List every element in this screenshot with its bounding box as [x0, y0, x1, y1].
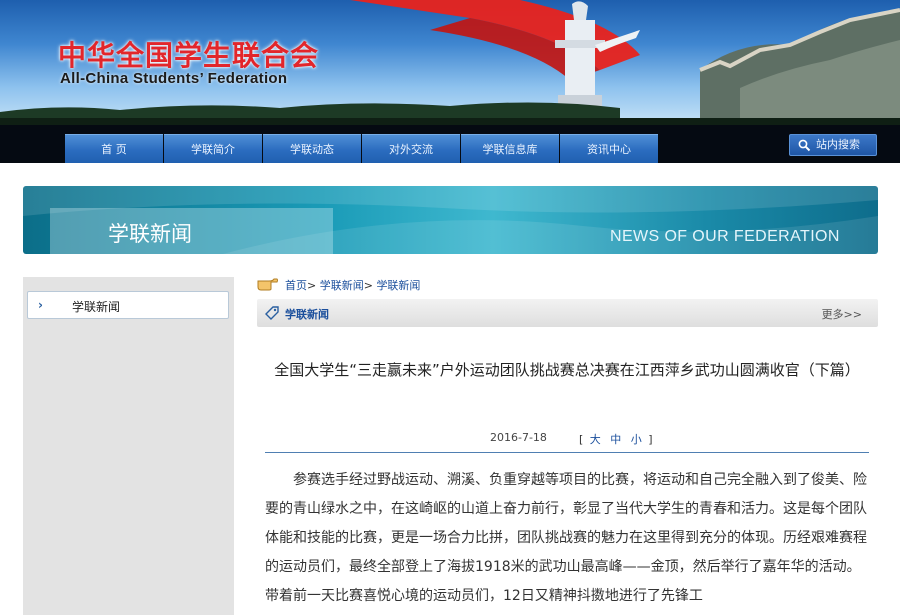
org-name-cn: 中华全国学生联合会: [58, 39, 320, 72]
column-name: 学联新闻: [285, 308, 329, 321]
article-meta: 2016-7-18 [ 大 中 小 ]: [265, 429, 869, 453]
nav-item-about[interactable]: 学联简介: [164, 134, 262, 163]
section-banner: 学联新闻 NEWS OF OUR FEDERATION: [23, 186, 878, 254]
site-search-label: 站内搜索: [816, 138, 860, 151]
breadcrumb-home[interactable]: 首页: [285, 279, 307, 292]
breadcrumb-separator: >: [307, 279, 320, 292]
bracket-open: [: [579, 433, 584, 446]
breadcrumb-level1[interactable]: 学联新闻: [320, 279, 364, 292]
breadcrumb-separator: >: [363, 279, 377, 292]
sidebar: › 学联新闻: [23, 277, 234, 615]
article-date: 2016-7-18: [490, 431, 547, 444]
chevron-right-icon: ›: [38, 298, 43, 312]
search-icon: [798, 139, 811, 152]
org-name-en: All-China Students’ Federation: [60, 70, 288, 87]
breadcrumb-level2[interactable]: 学联新闻: [376, 279, 420, 292]
column-header: 学联新闻 更多>>: [257, 299, 878, 327]
site-search-button[interactable]: 站内搜索: [789, 134, 877, 156]
section-title-en: NEWS OF OUR FEDERATION: [610, 228, 840, 245]
more-link[interactable]: 更多>>: [822, 306, 862, 322]
bracket-close: ]: [648, 433, 653, 446]
section-title: 学联新闻: [108, 222, 192, 246]
sidebar-item-news[interactable]: › 学联新闻: [27, 291, 229, 319]
article-title: 全国大学生“三走赢未来”户外运动团队挑战赛总决赛在江西萍乡武功山圆满收官（下篇）: [274, 361, 860, 379]
nav-item-exchange[interactable]: 对外交流: [362, 134, 460, 163]
header-banner: 中华全国学生联合会 All-China Students’ Federation: [0, 0, 900, 125]
font-size-small[interactable]: 小: [631, 433, 642, 446]
sidebar-item-label: 学联新闻: [72, 300, 121, 314]
font-size-switcher: [ 大 中 小 ]: [579, 431, 653, 447]
article-body: 参赛选手经过野战运动、溯溪、负重穿越等项目的比赛，将运动和自己完全融入到了俊美、…: [265, 472, 867, 604]
font-size-medium[interactable]: 中: [610, 433, 621, 446]
tag-icon: [265, 306, 279, 320]
nav-item-news[interactable]: 学联动态: [263, 134, 361, 163]
pointing-hand-icon: [257, 278, 278, 291]
font-size-large[interactable]: 大: [590, 433, 601, 446]
main-navbar: 首 页 学联简介 学联动态 对外交流 学联信息库 资讯中心: [0, 125, 900, 163]
nav-item-database[interactable]: 学联信息库: [461, 134, 559, 163]
nav-item-home[interactable]: 首 页: [65, 134, 163, 163]
nav-menu: 首 页 学联简介 学联动态 对外交流 学联信息库 资讯中心: [65, 134, 659, 163]
nav-item-info-center[interactable]: 资讯中心: [560, 134, 658, 163]
